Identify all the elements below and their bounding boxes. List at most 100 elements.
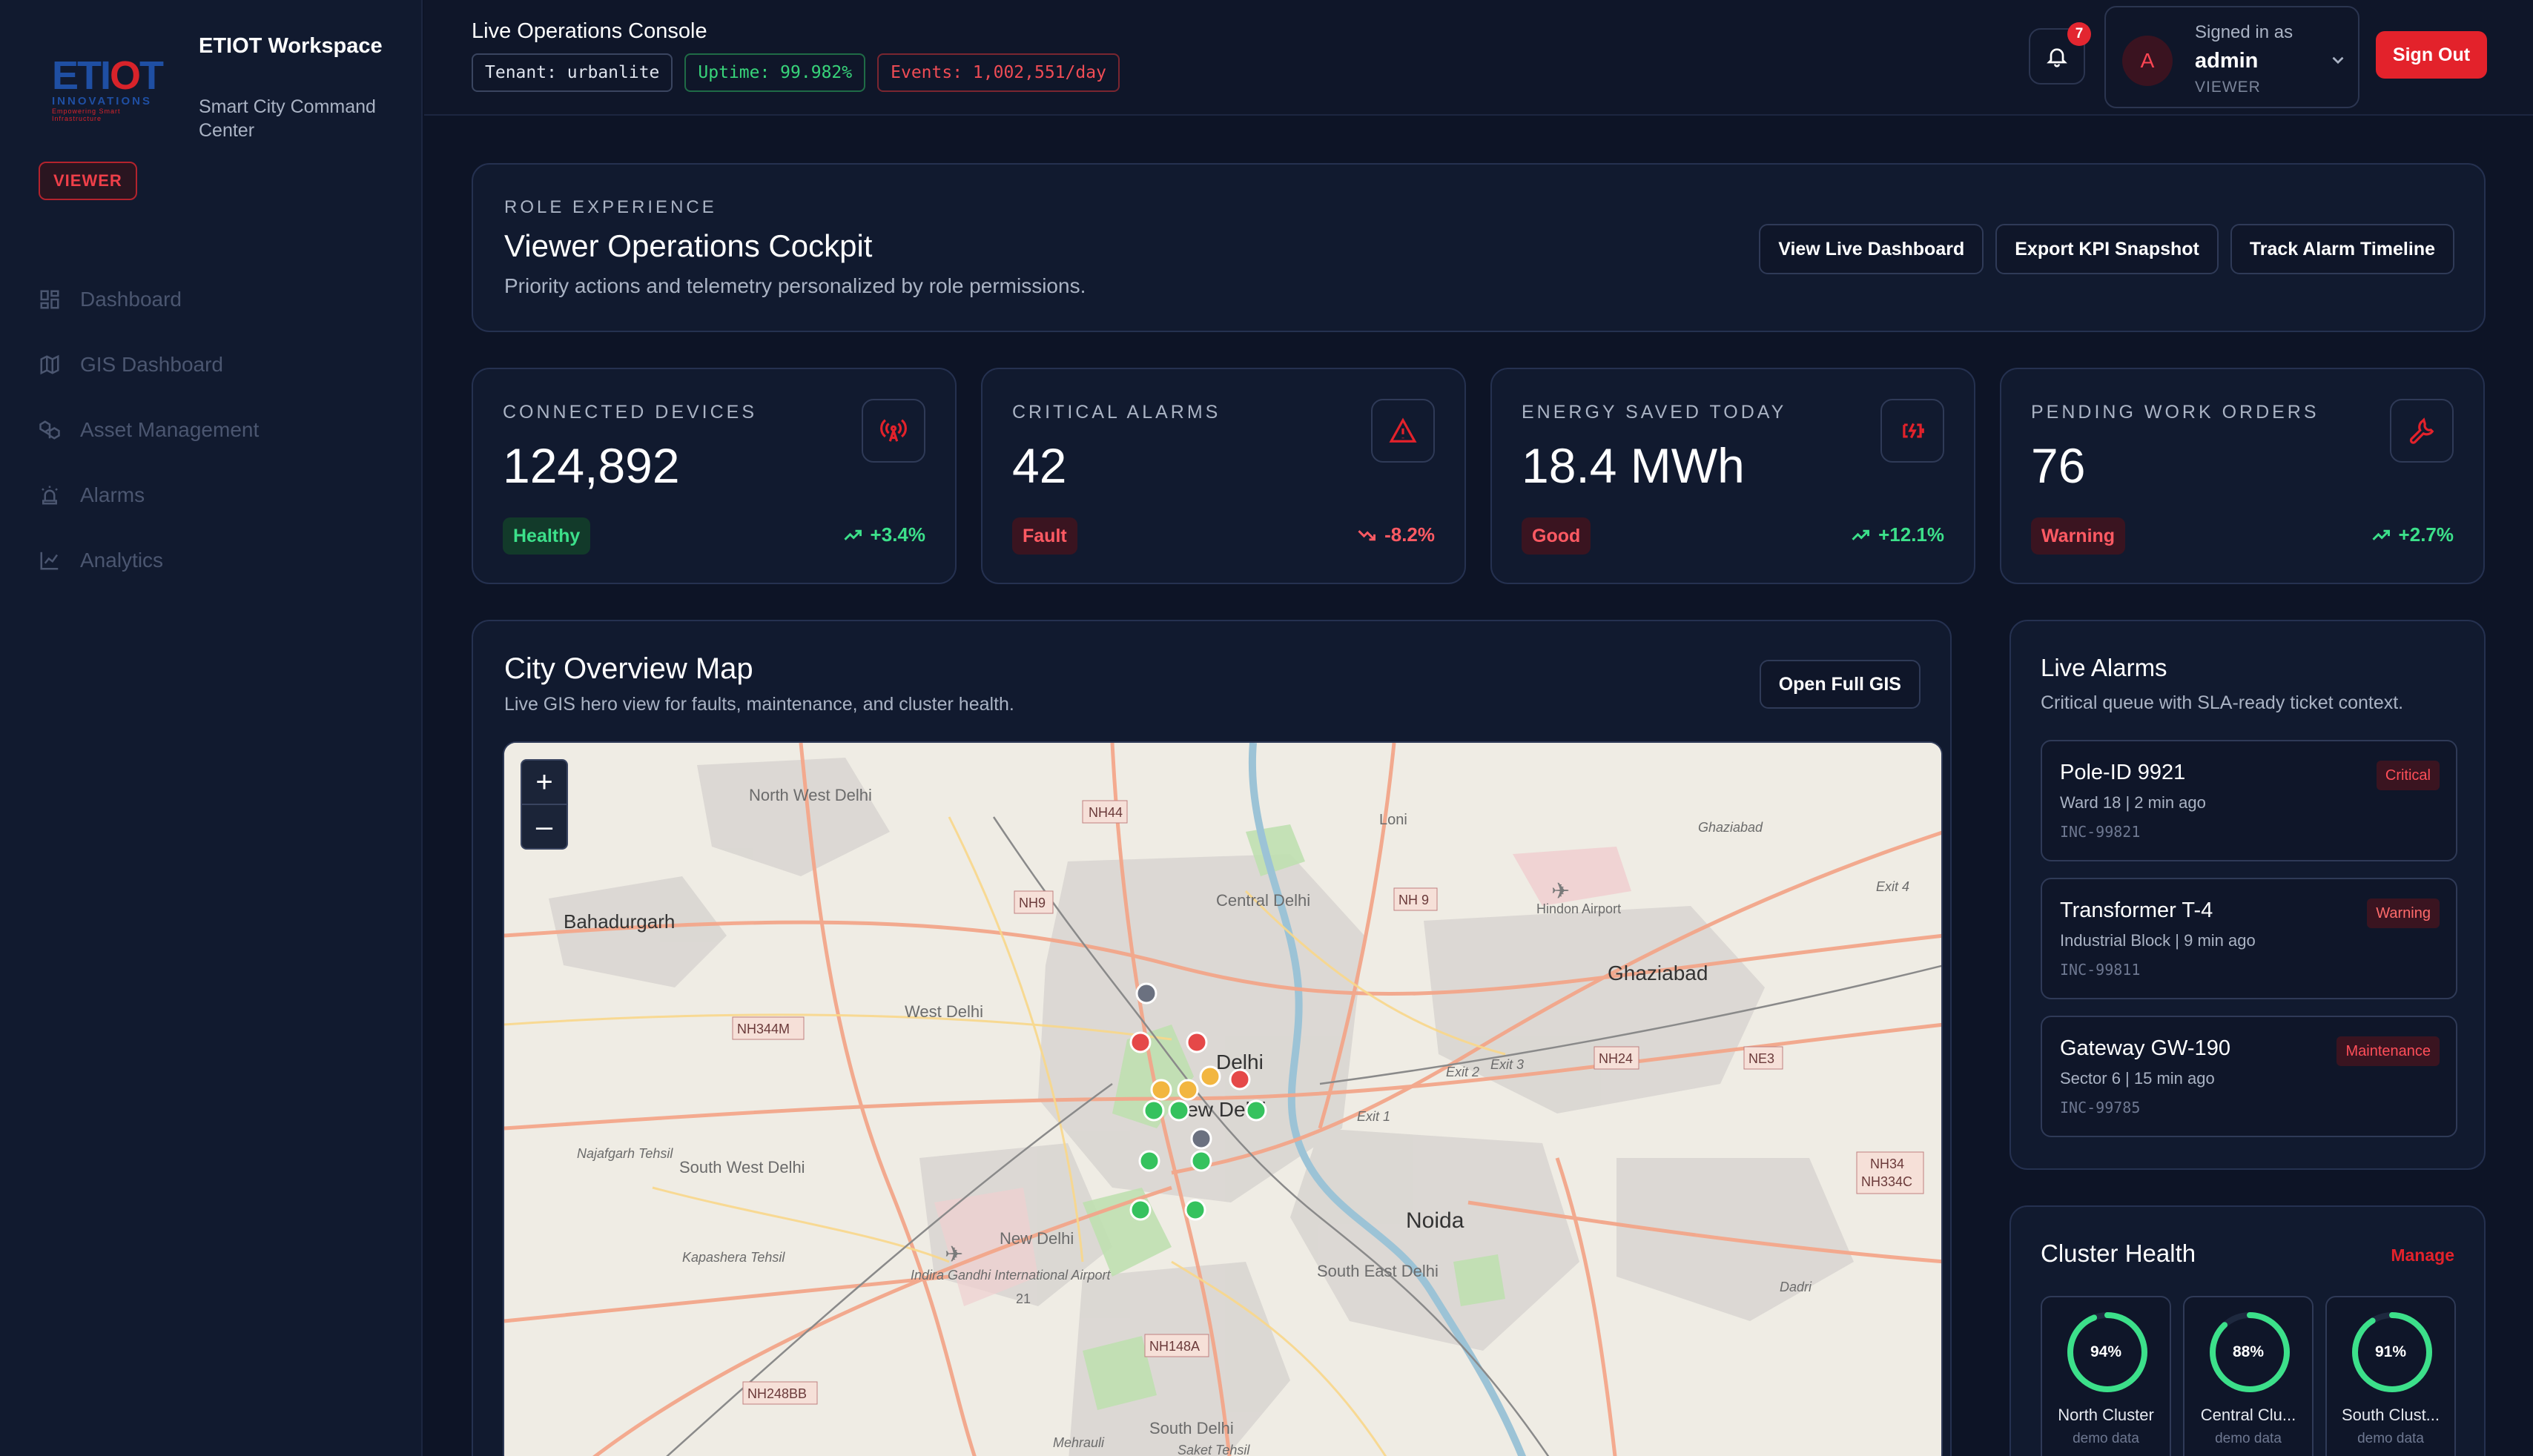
- export-kpi-snapshot-button[interactable]: Export KPI Snapshot: [1995, 224, 2219, 274]
- highway-shield: NH344M: [737, 1022, 790, 1036]
- map-label: Exit 3: [1490, 1057, 1524, 1072]
- asset-marker-healthy[interactable]: [1129, 1199, 1152, 1221]
- asset-marker-warning[interactable]: [1177, 1079, 1199, 1101]
- asset-marker-critical[interactable]: [1129, 1031, 1152, 1053]
- user-menu[interactable]: A Signed in as admin VIEWER: [2104, 6, 2359, 108]
- gis-map[interactable]: North West Delhi Bahadurgarh Loni Centra…: [503, 741, 1943, 1456]
- alarm-ticket-id: INC-99821: [2060, 823, 2141, 841]
- sidebar-item-label: GIS Dashboard: [80, 353, 223, 376]
- sidebar-item-dashboard[interactable]: Dashboard: [39, 267, 394, 332]
- live-alarms-card: Live Alarms Critical queue with SLA-read…: [2009, 620, 2486, 1170]
- trending-up-icon: [1852, 529, 1870, 540]
- asset-marker-offline[interactable]: [1135, 982, 1157, 1005]
- asset-marker-warning[interactable]: [1199, 1065, 1221, 1088]
- battery-charging-icon: [1903, 423, 1924, 439]
- airport-icon: ✈: [1551, 879, 1570, 904]
- view-live-dashboard-button[interactable]: View Live Dashboard: [1759, 224, 1984, 274]
- zoom-in-button[interactable]: +: [522, 761, 567, 805]
- alarm-item[interactable]: Gateway GW-190 Sector 6 | 15 min ago INC…: [2041, 1016, 2457, 1137]
- boxes-icon: [39, 420, 60, 440]
- kpi-icon-box: [2390, 399, 2454, 463]
- asset-marker-healthy[interactable]: [1190, 1150, 1212, 1172]
- map-label: Exit 1: [1357, 1109, 1390, 1124]
- highway-shield: NH44: [1089, 805, 1123, 820]
- sidebar-item-asset-management[interactable]: Asset Management: [39, 397, 394, 463]
- open-full-gis-button[interactable]: Open Full GIS: [1759, 660, 1921, 709]
- bell-icon: [2047, 48, 2067, 67]
- severity-badge: Warning: [2367, 899, 2440, 928]
- sidebar-item-label: Alarms: [80, 483, 145, 506]
- city-overview-map-card: City Overview Map Live GIS hero view for…: [472, 620, 1952, 1456]
- sign-out-button[interactable]: Sign Out: [2376, 31, 2487, 79]
- kpi-card-pending-work-orders: PENDING WORK ORDERS 76 Warning +2.7%: [2000, 368, 2485, 584]
- manage-link[interactable]: Manage: [2391, 1245, 2454, 1265]
- top-bar: Live Operations Console Tenant: urbanlit…: [424, 0, 2533, 116]
- map-label: Dadri: [1780, 1280, 1812, 1294]
- sidebar-item-analytics[interactable]: Analytics: [39, 528, 394, 593]
- role-experience-card: ROLE EXPERIENCE Viewer Operations Cockpi…: [472, 163, 2486, 332]
- map-label: Indira Gandhi International Airport: [911, 1268, 1111, 1283]
- asset-marker-critical[interactable]: [1186, 1031, 1208, 1053]
- cluster-gauge[interactable]: 88% Central Clu... demo data: [2183, 1296, 2314, 1456]
- asset-marker-warning[interactable]: [1150, 1079, 1172, 1101]
- kpi-label: PENDING WORK ORDERS: [2031, 402, 2319, 423]
- map-label: South Delhi: [1149, 1419, 1234, 1437]
- cluster-gauge[interactable]: 94% North Cluster demo data: [2041, 1296, 2171, 1456]
- highway-shield: NE3: [1748, 1051, 1774, 1066]
- gauge-sub: demo data: [2073, 1431, 2139, 1446]
- asset-marker-healthy[interactable]: [1138, 1150, 1160, 1172]
- workspace-title: ETIOT Workspace: [199, 34, 383, 58]
- sidebar-nav: Dashboard GIS Dashboard Asset Management…: [39, 267, 394, 593]
- kpi-label: CRITICAL ALARMS: [1012, 402, 1221, 423]
- asset-marker-healthy[interactable]: [1184, 1199, 1206, 1221]
- alarm-item[interactable]: Pole-ID 9921 Ward 18 | 2 min ago INC-998…: [2041, 740, 2457, 861]
- asset-marker-critical[interactable]: [1229, 1068, 1251, 1091]
- highway-shield: NH334C: [1861, 1174, 1912, 1189]
- alarm-name: Transformer T-4: [2060, 899, 2213, 922]
- map-label: Saket Tehsil: [1178, 1443, 1250, 1456]
- asset-marker-offline[interactable]: [1190, 1128, 1212, 1150]
- track-alarm-timeline-button[interactable]: Track Alarm Timeline: [2230, 224, 2454, 274]
- map-label: Mehrauli: [1053, 1435, 1105, 1450]
- console-title: Live Operations Console: [472, 19, 707, 43]
- trending-down-icon: [1358, 529, 1376, 540]
- highway-shield: NH9: [1019, 896, 1046, 910]
- signed-in-label: Signed in as: [2195, 22, 2293, 42]
- trending-up-icon: [2372, 529, 2390, 540]
- map-label: Noida: [1406, 1208, 1464, 1233]
- grid-icon: [40, 290, 59, 309]
- highway-shield: NH148A: [1149, 1339, 1200, 1354]
- alarm-ticket-id: INC-99785: [2060, 1099, 2141, 1116]
- sidebar-item-gis-dashboard[interactable]: GIS Dashboard: [39, 332, 394, 397]
- map-canvas[interactable]: North West Delhi Bahadurgarh Loni Centra…: [504, 743, 1943, 1456]
- sidebar-item-alarms[interactable]: Alarms: [39, 463, 394, 528]
- user-role: VIEWER: [2195, 79, 2261, 96]
- etiot-logo: ETIOT INNOVATIONS Empowering Smart Infra…: [52, 53, 164, 122]
- kpi-icon-box: [862, 399, 925, 463]
- user-name: admin: [2195, 49, 2259, 73]
- warning-icon: [1389, 417, 1417, 443]
- status-badge: Healthy: [503, 517, 591, 555]
- alarm-item[interactable]: Transformer T-4 Industrial Block | 9 min…: [2041, 878, 2457, 999]
- antenna-icon: [880, 419, 907, 442]
- kpi-trend: +3.4%: [842, 523, 925, 546]
- gauge-name: Central Clu...: [2200, 1406, 2296, 1424]
- map-label: Loni: [1379, 812, 1407, 828]
- map-label: Exit 4: [1876, 879, 1909, 894]
- notifications-button[interactable]: 7: [2029, 22, 2091, 85]
- kpi-card-critical-alarms: CRITICAL ALARMS 42 Fault -8.2%: [981, 368, 1466, 584]
- asset-marker-healthy[interactable]: [1245, 1099, 1267, 1122]
- map-label: Hindon Airport: [1536, 901, 1621, 916]
- cluster-gauge[interactable]: 91% South Clust... demo data: [2325, 1296, 2456, 1456]
- sidebar: ETIOT INNOVATIONS Empowering Smart Infra…: [0, 0, 423, 1456]
- alarms-subtitle: Critical queue with SLA-ready ticket con…: [2041, 692, 2404, 713]
- role-actions: View Live Dashboard Export KPI Snapshot …: [1759, 224, 2454, 274]
- events-chip: Events: 1,002,551/day: [877, 53, 1120, 92]
- gauge-name: South Clust...: [2341, 1406, 2440, 1424]
- asset-marker-healthy[interactable]: [1168, 1099, 1190, 1122]
- zoom-controls: + –: [521, 759, 568, 850]
- kpi-value: 42: [1012, 438, 1067, 493]
- asset-marker-healthy[interactable]: [1143, 1099, 1165, 1122]
- map-title: City Overview Map: [504, 652, 753, 685]
- zoom-out-button[interactable]: –: [522, 805, 567, 850]
